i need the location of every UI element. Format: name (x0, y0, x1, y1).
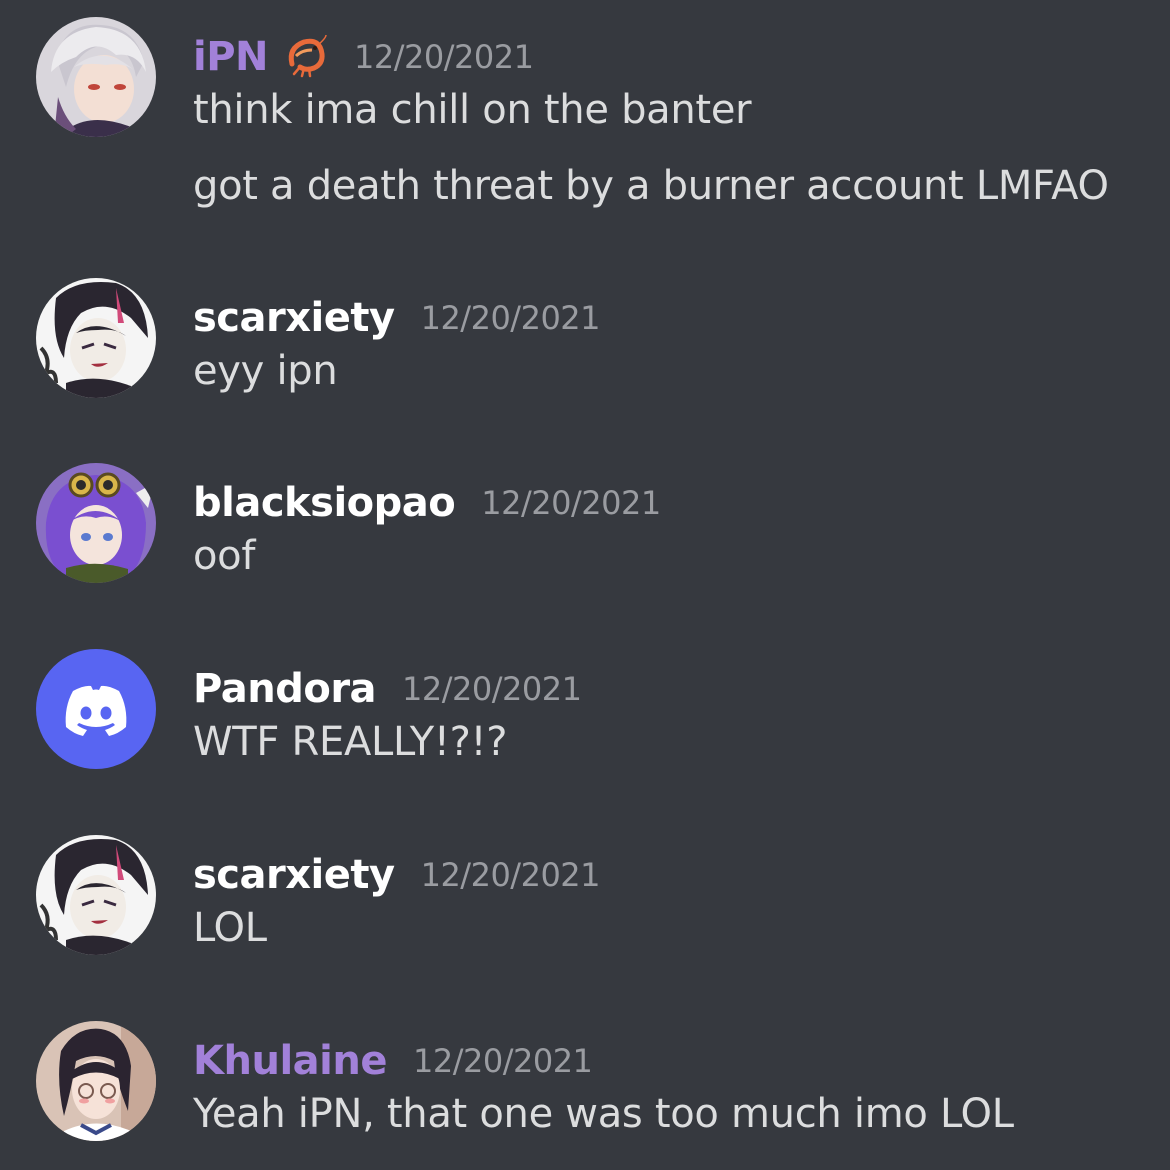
message-text: Yeah iPN, that one was too much imo LOL (193, 1091, 1014, 1137)
message-text: think ima chill on the banter (193, 87, 752, 133)
user-avatar[interactable] (36, 835, 156, 955)
message-group: blacksiopao 12/20/2021 oof (0, 463, 1170, 583)
message-group: Khulaine 12/20/2021 Yeah iPN, that one w… (0, 1021, 1170, 1141)
message-list: iPN 12/20/2021 think ima chill on the ba… (0, 0, 1170, 1170)
user-avatar[interactable] (36, 463, 156, 583)
timestamp: 12/20/2021 (481, 484, 661, 522)
user-avatar[interactable] (36, 17, 156, 137)
username[interactable]: Khulaine (193, 1038, 387, 1084)
message-text: WTF REALLY!?!? (193, 719, 508, 765)
message-header: Khulaine 12/20/2021 (193, 1031, 593, 1091)
message-header: iPN 12/20/2021 (193, 27, 534, 87)
message-text: LOL (193, 905, 267, 951)
message-group: iPN 12/20/2021 think ima chill on the ba… (0, 17, 1170, 227)
user-avatar[interactable] (36, 1021, 156, 1141)
timestamp: 12/20/2021 (420, 856, 601, 894)
message-group: scarxiety 12/20/2021 eyy ipn (0, 278, 1170, 398)
user-avatar[interactable] (36, 278, 156, 398)
message-group: scarxiety 12/20/2021 LOL (0, 835, 1170, 955)
message-header: scarxiety 12/20/2021 (193, 845, 601, 905)
username[interactable]: scarxiety (193, 295, 395, 341)
user-avatar[interactable] (36, 649, 156, 769)
username[interactable]: scarxiety (193, 852, 395, 898)
message-text: got a death threat by a burner account L… (193, 163, 1109, 209)
message-group: Pandora 12/20/2021 WTF REALLY!?!? (0, 649, 1170, 769)
username[interactable]: iPN (193, 34, 269, 80)
discord-logo-icon (36, 649, 156, 769)
message-header: scarxiety 12/20/2021 (193, 288, 601, 348)
timestamp: 12/20/2021 (420, 299, 601, 337)
timestamp: 12/20/2021 (402, 670, 582, 708)
message-header: blacksiopao 12/20/2021 (193, 473, 661, 533)
message-text: eyy ipn (193, 348, 338, 394)
timestamp: 12/20/2021 (354, 38, 534, 76)
username[interactable]: Pandora (193, 666, 377, 712)
timestamp: 12/20/2021 (412, 1042, 593, 1080)
message-text: oof (193, 533, 256, 579)
message-header: Pandora 12/20/2021 (193, 659, 582, 719)
shrimp-icon (282, 34, 328, 80)
username[interactable]: blacksiopao (193, 480, 456, 526)
